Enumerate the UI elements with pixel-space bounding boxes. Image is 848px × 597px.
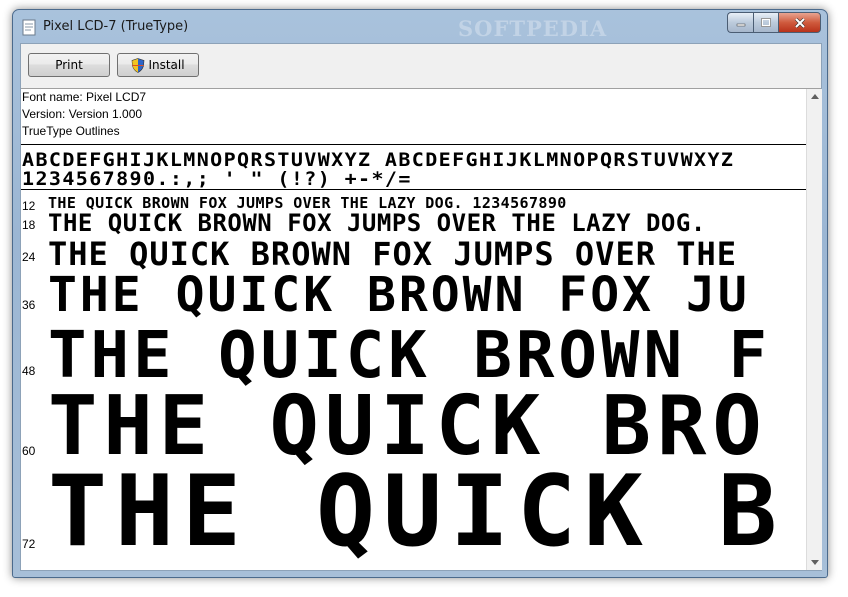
sample-text: THE QUICK BROWN FOX JU <box>48 267 750 323</box>
font-info: Font name: Pixel LCD7 Version: Version 1… <box>21 89 146 140</box>
sample-row-18: 18 THE QUICK BROWN FOX JUMPS OVER THE LA… <box>21 209 806 237</box>
size-label: 48 <box>22 364 36 378</box>
sample-text: THE QUICK B <box>48 455 786 569</box>
font-file-icon <box>22 19 36 36</box>
size-label: 36 <box>22 298 36 312</box>
vertical-scrollbar[interactable] <box>806 89 822 570</box>
toolbar: Print Install <box>21 44 821 89</box>
font-outline-line: TrueType Outlines <box>22 124 120 138</box>
size-label: 60 <box>22 444 36 458</box>
minimize-icon <box>736 23 745 26</box>
font-name-line: Font name: Pixel LCD7 <box>22 90 147 104</box>
install-button[interactable]: Install <box>117 53 199 77</box>
close-button[interactable] <box>778 12 821 33</box>
charset-symbols: 1234567890.:,; ' " (!?) +-*/= <box>22 167 412 190</box>
close-icon <box>794 17 805 28</box>
size-label: 24 <box>22 250 36 264</box>
separator-bottom <box>21 189 806 190</box>
title-bar[interactable]: Pixel LCD-7 (TrueType) SOFTPEDIA <box>13 10 827 46</box>
sample-row-24: 24 THE QUICK BROWN FOX JUMPS OVER THE <box>21 235 806 273</box>
client-area: Print Install Font name: Pixel LCD7 Vers… <box>20 43 822 571</box>
scroll-down-icon[interactable] <box>811 560 819 565</box>
shield-icon <box>132 57 145 73</box>
sample-row-36: 36 THE QUICK BROWN FOX JU <box>21 267 806 323</box>
window-title: Pixel LCD-7 (TrueType) <box>43 19 189 34</box>
sample-row-48: 48 THE QUICK BROWN F <box>21 319 806 393</box>
sample-row-60: 60 THE QUICK BRO <box>21 379 806 474</box>
size-label: 18 <box>22 218 36 232</box>
caption-buttons <box>727 12 821 33</box>
font-version-line: Version: Version 1.000 <box>22 107 143 121</box>
size-label: 72 <box>22 537 36 551</box>
sample-row-12: 12 THE QUICK BROWN FOX JUMPS OVER THE LA… <box>21 194 806 213</box>
font-preview-area: Font name: Pixel LCD7 Version: Version 1… <box>21 89 806 570</box>
separator-top <box>21 144 806 145</box>
sample-text: THE QUICK BROWN FOX JUMPS OVER THE LAZY … <box>48 209 706 237</box>
maximize-icon <box>761 18 771 27</box>
minimize-button[interactable] <box>727 12 753 33</box>
sample-row-72: 72 THE QUICK B <box>21 455 806 569</box>
install-button-label: Install <box>148 58 185 72</box>
font-viewer-window: Pixel LCD-7 (TrueType) SOFTPEDIA Print I… <box>12 9 828 578</box>
print-button[interactable]: Print <box>28 53 110 77</box>
scroll-up-icon[interactable] <box>811 94 819 99</box>
maximize-button[interactable] <box>753 12 778 33</box>
watermark-logo: SOFTPEDIA <box>458 16 608 41</box>
